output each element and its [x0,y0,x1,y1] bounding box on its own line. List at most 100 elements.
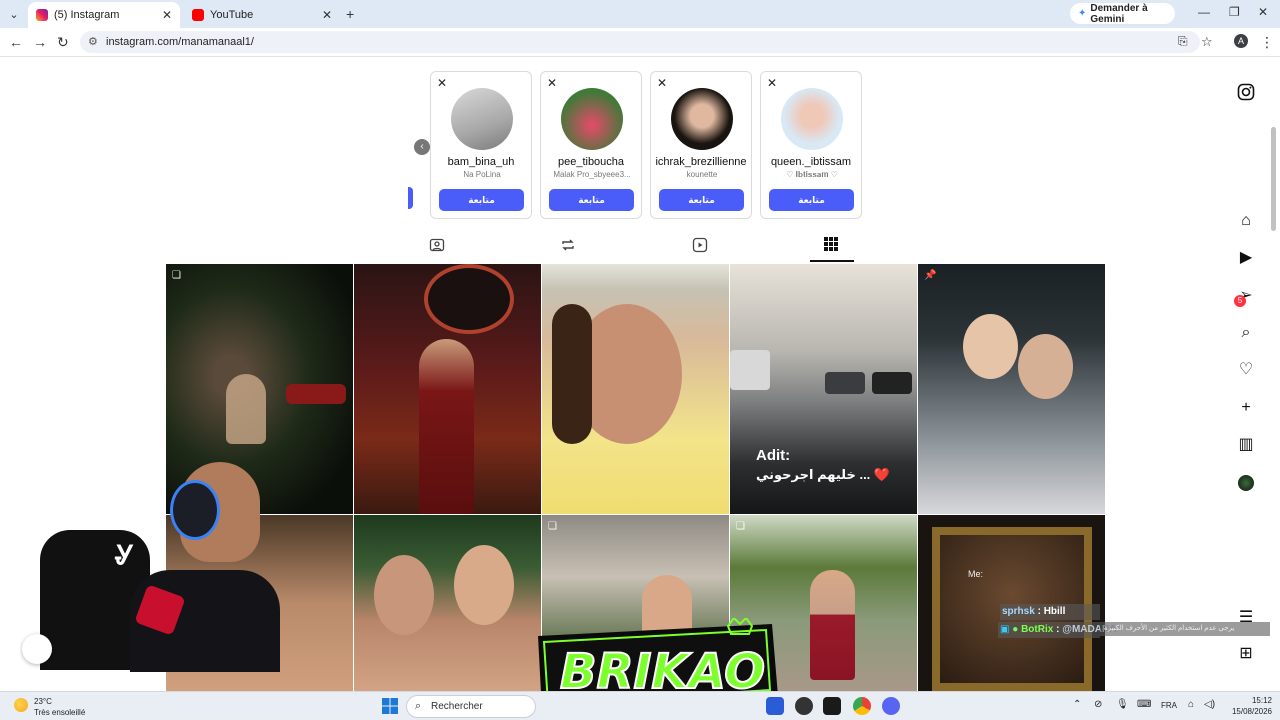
notifications-heart-icon[interactable]: ♡ [1236,360,1256,380]
suggestion-avatar[interactable] [561,88,623,150]
suggestion-avatar[interactable] [671,88,733,150]
bookmark-star-icon[interactable]: ☆ [1201,34,1213,50]
page-scrollbar[interactable] [1271,127,1276,231]
person-shape [226,374,266,444]
suggestion-avatar[interactable] [781,88,843,150]
follow-button-partial[interactable] [408,187,413,209]
suggestion-subtitle: ♡ 𝐈𝐛𝐭𝐢𝐬𝐬𝐚𝐦 ♡ [786,170,838,179]
dismiss-icon[interactable]: ✕ [767,76,777,90]
tab-tagged[interactable] [429,237,445,257]
site-info-icon[interactable]: ⚙ [88,35,98,48]
gemini-spark-icon: ✦ [1078,8,1087,19]
volume-icon[interactable]: ◁) [1204,699,1215,710]
dismiss-icon[interactable]: ✕ [437,76,447,90]
also-from-meta-icon[interactable]: ⊞ [1236,644,1256,664]
post-thumbnail[interactable]: Me: [918,515,1105,691]
post-caption-title: Adit: [756,447,791,464]
follow-button[interactable]: متابعة [659,189,744,211]
install-app-icon[interactable]: ⎘ [1178,34,1188,49]
menu-dots-icon[interactable]: ⋮ [1260,34,1274,51]
search-icon[interactable]: ⌕ [1236,323,1256,343]
app-icon[interactable] [766,697,784,715]
url-text[interactable]: instagram.com/manamanaal1/ [106,36,254,48]
home-icon[interactable]: ⌂ [1236,211,1256,231]
face-shape [1018,334,1073,399]
dashboard-icon[interactable]: ▥ [1236,435,1256,455]
back-icon[interactable]: ← [9,34,23,50]
post-thumbnail[interactable] [354,264,541,514]
instagram-favicon-icon [36,9,48,21]
reels-icon [692,237,708,253]
language-indicator[interactable]: FRA [1161,701,1177,710]
grid-icon [824,237,838,251]
suggestion-subtitle: Na PoLina [463,170,501,179]
reload-icon[interactable]: ↻ [57,34,69,51]
carousel-prev-icon[interactable]: ‹ [414,139,430,155]
profile-avatar[interactable]: A [1234,34,1248,48]
clock[interactable]: 15:12 15/08/2026 [1222,695,1272,717]
new-tab-button[interactable]: + [346,6,354,22]
close-tab-icon[interactable]: ✕ [162,8,172,22]
hair-shape [552,304,592,444]
car-shape [872,372,912,394]
instagram-logo-icon[interactable] [1236,83,1256,103]
post-thumbnail[interactable]: Adit: خليهم اجرحوني ... ❤️ [730,264,917,514]
suggestion-subtitle: kounette [686,170,718,179]
suggestion-username[interactable]: bam_bina_uh [431,156,531,168]
tab-posts[interactable] [824,237,838,255]
taskbar-search-input[interactable]: ⌕ Rechercher [406,695,536,718]
windows-taskbar: 23°C Très ensoleillé ⌕ Rechercher ⌃ ⊘ 🎙 … [0,691,1280,720]
tab-search-icon[interactable]: ⌄ [4,4,24,24]
suggestion-card: ✕ ichrak_brezillienne kounette متابعة [650,71,752,219]
app-icon[interactable] [795,697,813,715]
repost-icon [562,239,574,251]
suggestion-username[interactable]: pee_tiboucha [541,156,641,168]
restore-icon[interactable]: ❐ [1229,5,1240,19]
tray-overflow-icon[interactable]: ⌃ [1073,699,1081,710]
microphone-icon[interactable]: 🎙 [1116,699,1129,710]
follow-button[interactable]: متابعة [549,189,634,211]
windows-start-icon[interactable] [381,697,399,715]
tab-reels[interactable] [692,237,708,257]
tab-instagram[interactable]: (5) Instagram ✕ [28,2,180,28]
post-thumbnail[interactable]: 📌 [918,264,1105,514]
suggestion-avatar[interactable] [451,88,513,150]
minimize-icon[interactable]: — [1198,5,1210,19]
weather-sun-icon[interactable] [14,698,28,712]
tray-icon[interactable]: ⊘ [1094,699,1102,710]
dismiss-icon[interactable]: ✕ [657,76,667,90]
suggestion-username[interactable]: queen._ibtissam [761,156,861,168]
post-thumbnail[interactable] [542,264,729,514]
chat-message: sprhsk : Hbill [1002,606,1066,617]
tab-reposts[interactable] [560,237,576,257]
weather-widget[interactable]: 23°C Très ensoleillé [34,696,85,718]
dismiss-icon[interactable]: ✕ [547,76,557,90]
chrome-icon[interactable] [853,697,871,715]
follow-button[interactable]: متابعة [439,189,524,211]
close-tab-icon[interactable]: ✕ [322,8,332,22]
terminal-app-icon[interactable] [823,697,841,715]
ask-gemini-button[interactable]: ✦ Demander à Gemini [1070,3,1175,25]
tab-title: YouTube [210,9,254,21]
post-thumbnail[interactable] [354,515,541,691]
profile-avatar[interactable] [1238,475,1254,491]
pinned-icon: 📌 [924,270,937,281]
network-icon[interactable]: ⌂ [1188,699,1194,710]
close-window-icon[interactable]: ✕ [1258,5,1268,19]
discord-icon[interactable] [882,697,900,715]
chat-message: ▣ ● BotRix : @MADARA [1000,624,1117,635]
suggestion-username[interactable]: ichrak_brezillienne [651,156,751,168]
forward-icon[interactable]: → [33,34,47,50]
keyboard-icon[interactable]: ⌨ [1137,699,1151,710]
reels-icon[interactable]: ▶ [1236,248,1256,268]
post-caption-title: Me: [968,569,984,579]
tab-youtube[interactable]: YouTube ✕ [184,2,340,28]
omnibox[interactable]: ⚙ instagram.com/manamanaal1/ [80,31,1200,53]
date: 15/08/2026 [1231,707,1272,716]
follow-button[interactable]: متابعة [769,189,854,211]
messages-floating-button[interactable] [22,634,52,664]
time: 15:12 [1251,696,1272,705]
suggestion-subtitle: Malak Pro_sbyeee3... [553,170,631,179]
address-toolbar: ← → ↻ ⚙ instagram.com/manamanaal1/ ⎘ ☆ ⋮ [0,28,1280,57]
create-plus-icon[interactable]: + [1236,398,1256,418]
